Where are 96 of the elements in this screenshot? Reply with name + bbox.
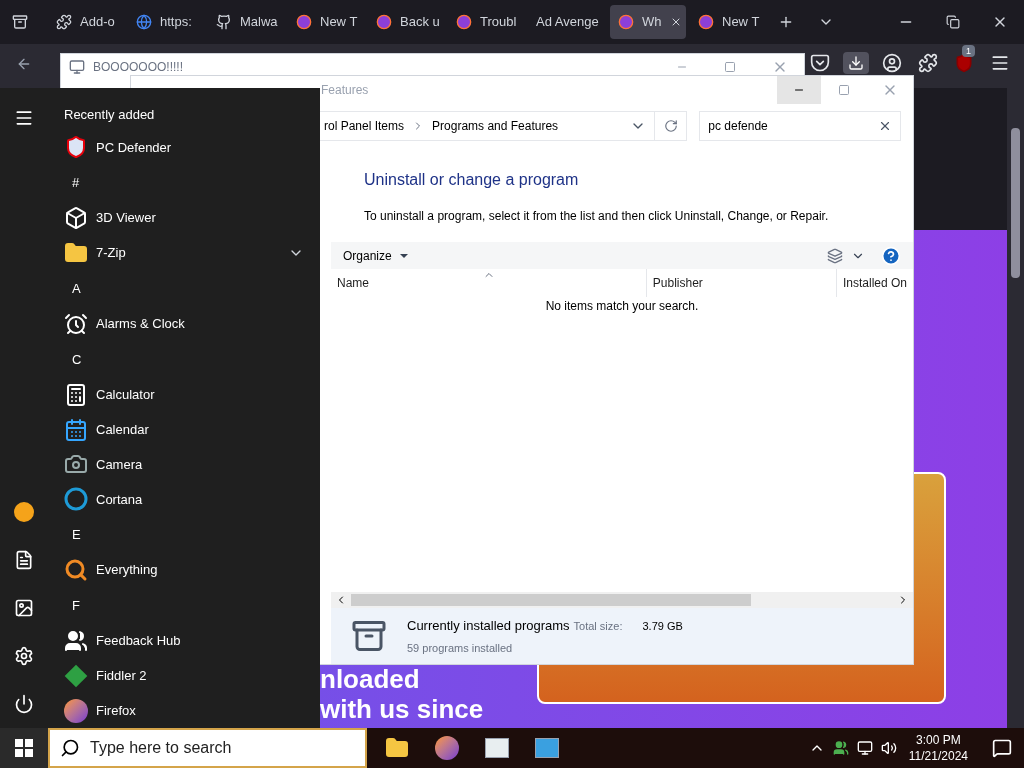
search-field[interactable]: Type here to search — [48, 728, 367, 768]
letter-header[interactable]: F — [72, 595, 80, 616]
settings-icon[interactable] — [14, 646, 34, 666]
letter-header[interactable]: A — [72, 278, 81, 299]
app-list-item[interactable]: Firefox — [48, 693, 304, 729]
search-field[interactable]: pc defende — [699, 111, 901, 141]
extensions-icon[interactable] — [918, 53, 938, 73]
start-button[interactable] — [0, 728, 48, 768]
pictures-icon[interactable] — [14, 598, 34, 618]
window-title: Features — [321, 82, 369, 99]
puzzle-icon — [56, 14, 72, 30]
shield-icon[interactable] — [954, 53, 974, 73]
app-list-item[interactable]: 3D Viewer — [48, 200, 304, 236]
volume-icon[interactable] — [880, 740, 897, 756]
letter-header[interactable]: C — [72, 349, 82, 369]
maximize-icon — [838, 84, 850, 96]
app-list-item[interactable]: Everything — [48, 552, 304, 588]
fox-icon — [698, 14, 714, 30]
app-list-item[interactable]: PC Defender — [48, 130, 304, 165]
account-icon[interactable] — [882, 53, 902, 73]
page-heading: Uninstall or change a program — [364, 170, 580, 190]
app-list-item[interactable]: Alarms & Clock — [48, 306, 304, 342]
menu-icon[interactable] — [14, 108, 34, 128]
new-tab-icon[interactable] — [778, 14, 794, 30]
shield-icon — [64, 135, 88, 160]
clock-icon — [64, 311, 88, 336]
app-list-item[interactable]: Calendar — [48, 412, 304, 447]
download-button[interactable] — [843, 52, 869, 74]
refresh-icon — [663, 119, 678, 133]
fox-icon — [296, 14, 312, 30]
cube-icon — [64, 206, 88, 231]
browser-tab[interactable]: Wh — [610, 5, 686, 39]
people-icon — [64, 628, 88, 653]
headline-text: nloaded — [320, 664, 421, 694]
program-count: 59 programs installed — [407, 640, 514, 656]
fox-icon — [456, 14, 472, 30]
app-list-item[interactable]: Camera — [48, 446, 304, 482]
column-header[interactable]: Name — [331, 269, 647, 297]
window-icon — [69, 59, 85, 75]
browser-tab[interactable]: https: — [128, 5, 204, 39]
help-icon[interactable] — [881, 245, 901, 266]
app-list-item[interactable]: Calculator — [48, 377, 304, 413]
size-value: 3.79 GB — [642, 619, 683, 634]
size-label: Total size: — [573, 619, 623, 634]
organize-button[interactable]: Organize — [343, 246, 408, 265]
maximize-icon[interactable] — [724, 61, 736, 73]
app-list-item[interactable]: 7-Zip — [48, 235, 304, 271]
people-icon[interactable] — [832, 740, 849, 756]
search-icon — [60, 738, 80, 758]
browser-tab[interactable]: New T — [690, 5, 766, 39]
power-icon[interactable] — [14, 694, 34, 714]
window-title: BOOOOOOO!!!!! — [93, 59, 183, 76]
empty-message: No items match your search. — [545, 298, 699, 315]
browser-tab[interactable]: Malwa — [208, 5, 284, 39]
headline-text: with us since — [320, 694, 484, 724]
globe-icon — [136, 14, 152, 30]
browser-tab[interactable]: New T — [288, 5, 364, 39]
view-icon[interactable] — [827, 247, 843, 264]
programs-icon — [351, 618, 387, 654]
app-list-item[interactable]: Cortana — [48, 481, 304, 517]
notification-icon[interactable] — [992, 738, 1012, 758]
pocket-icon[interactable] — [810, 53, 830, 73]
details-title: Currently installed programs — [407, 617, 570, 635]
clock[interactable]: 3:00 PM 11/21/2024 — [904, 732, 972, 764]
calendar-icon — [64, 417, 88, 442]
app-list-item[interactable]: Fiddler 2 — [48, 658, 304, 694]
column-header[interactable]: Installed On — [836, 269, 913, 297]
letter-header[interactable]: # — [72, 173, 80, 193]
fox-icon — [618, 14, 634, 30]
network-icon[interactable] — [856, 740, 873, 756]
browser-tab[interactable]: Back u — [368, 5, 444, 39]
menu-icon[interactable] — [990, 53, 1010, 73]
calculator-icon — [64, 382, 88, 407]
tab-list-icon[interactable] — [12, 14, 28, 30]
github-icon — [216, 14, 232, 30]
magnifier-icon — [64, 558, 88, 583]
app-list-item[interactable]: Feedback Hub — [48, 623, 304, 659]
folder-icon[interactable] — [385, 736, 409, 760]
browser-tab[interactable]: Ad Avenge — [528, 5, 606, 39]
download-icon — [848, 55, 864, 71]
fox-icon — [376, 14, 392, 30]
browser-tab[interactable]: Add-o — [48, 5, 124, 39]
document-icon[interactable] — [14, 550, 34, 570]
avatar-icon[interactable] — [14, 502, 34, 522]
instructions-text: To uninstall a program, select it from the list and then click Uninstall, Change, or Repair. — [364, 208, 830, 225]
restore-icon[interactable] — [946, 15, 960, 29]
fox-icon — [64, 698, 88, 723]
letter-header[interactable]: E — [72, 524, 81, 545]
clear-icon[interactable] — [878, 119, 892, 133]
fox-icon[interactable] — [435, 736, 459, 760]
section-heading: Recently added — [64, 106, 155, 125]
back-icon[interactable] — [16, 56, 32, 72]
browser-tab[interactable]: Troubl — [448, 5, 524, 39]
column-header[interactable]: Publisher — [646, 269, 837, 297]
extension-badge: 1 — [962, 45, 975, 57]
ring-icon — [64, 487, 88, 512]
